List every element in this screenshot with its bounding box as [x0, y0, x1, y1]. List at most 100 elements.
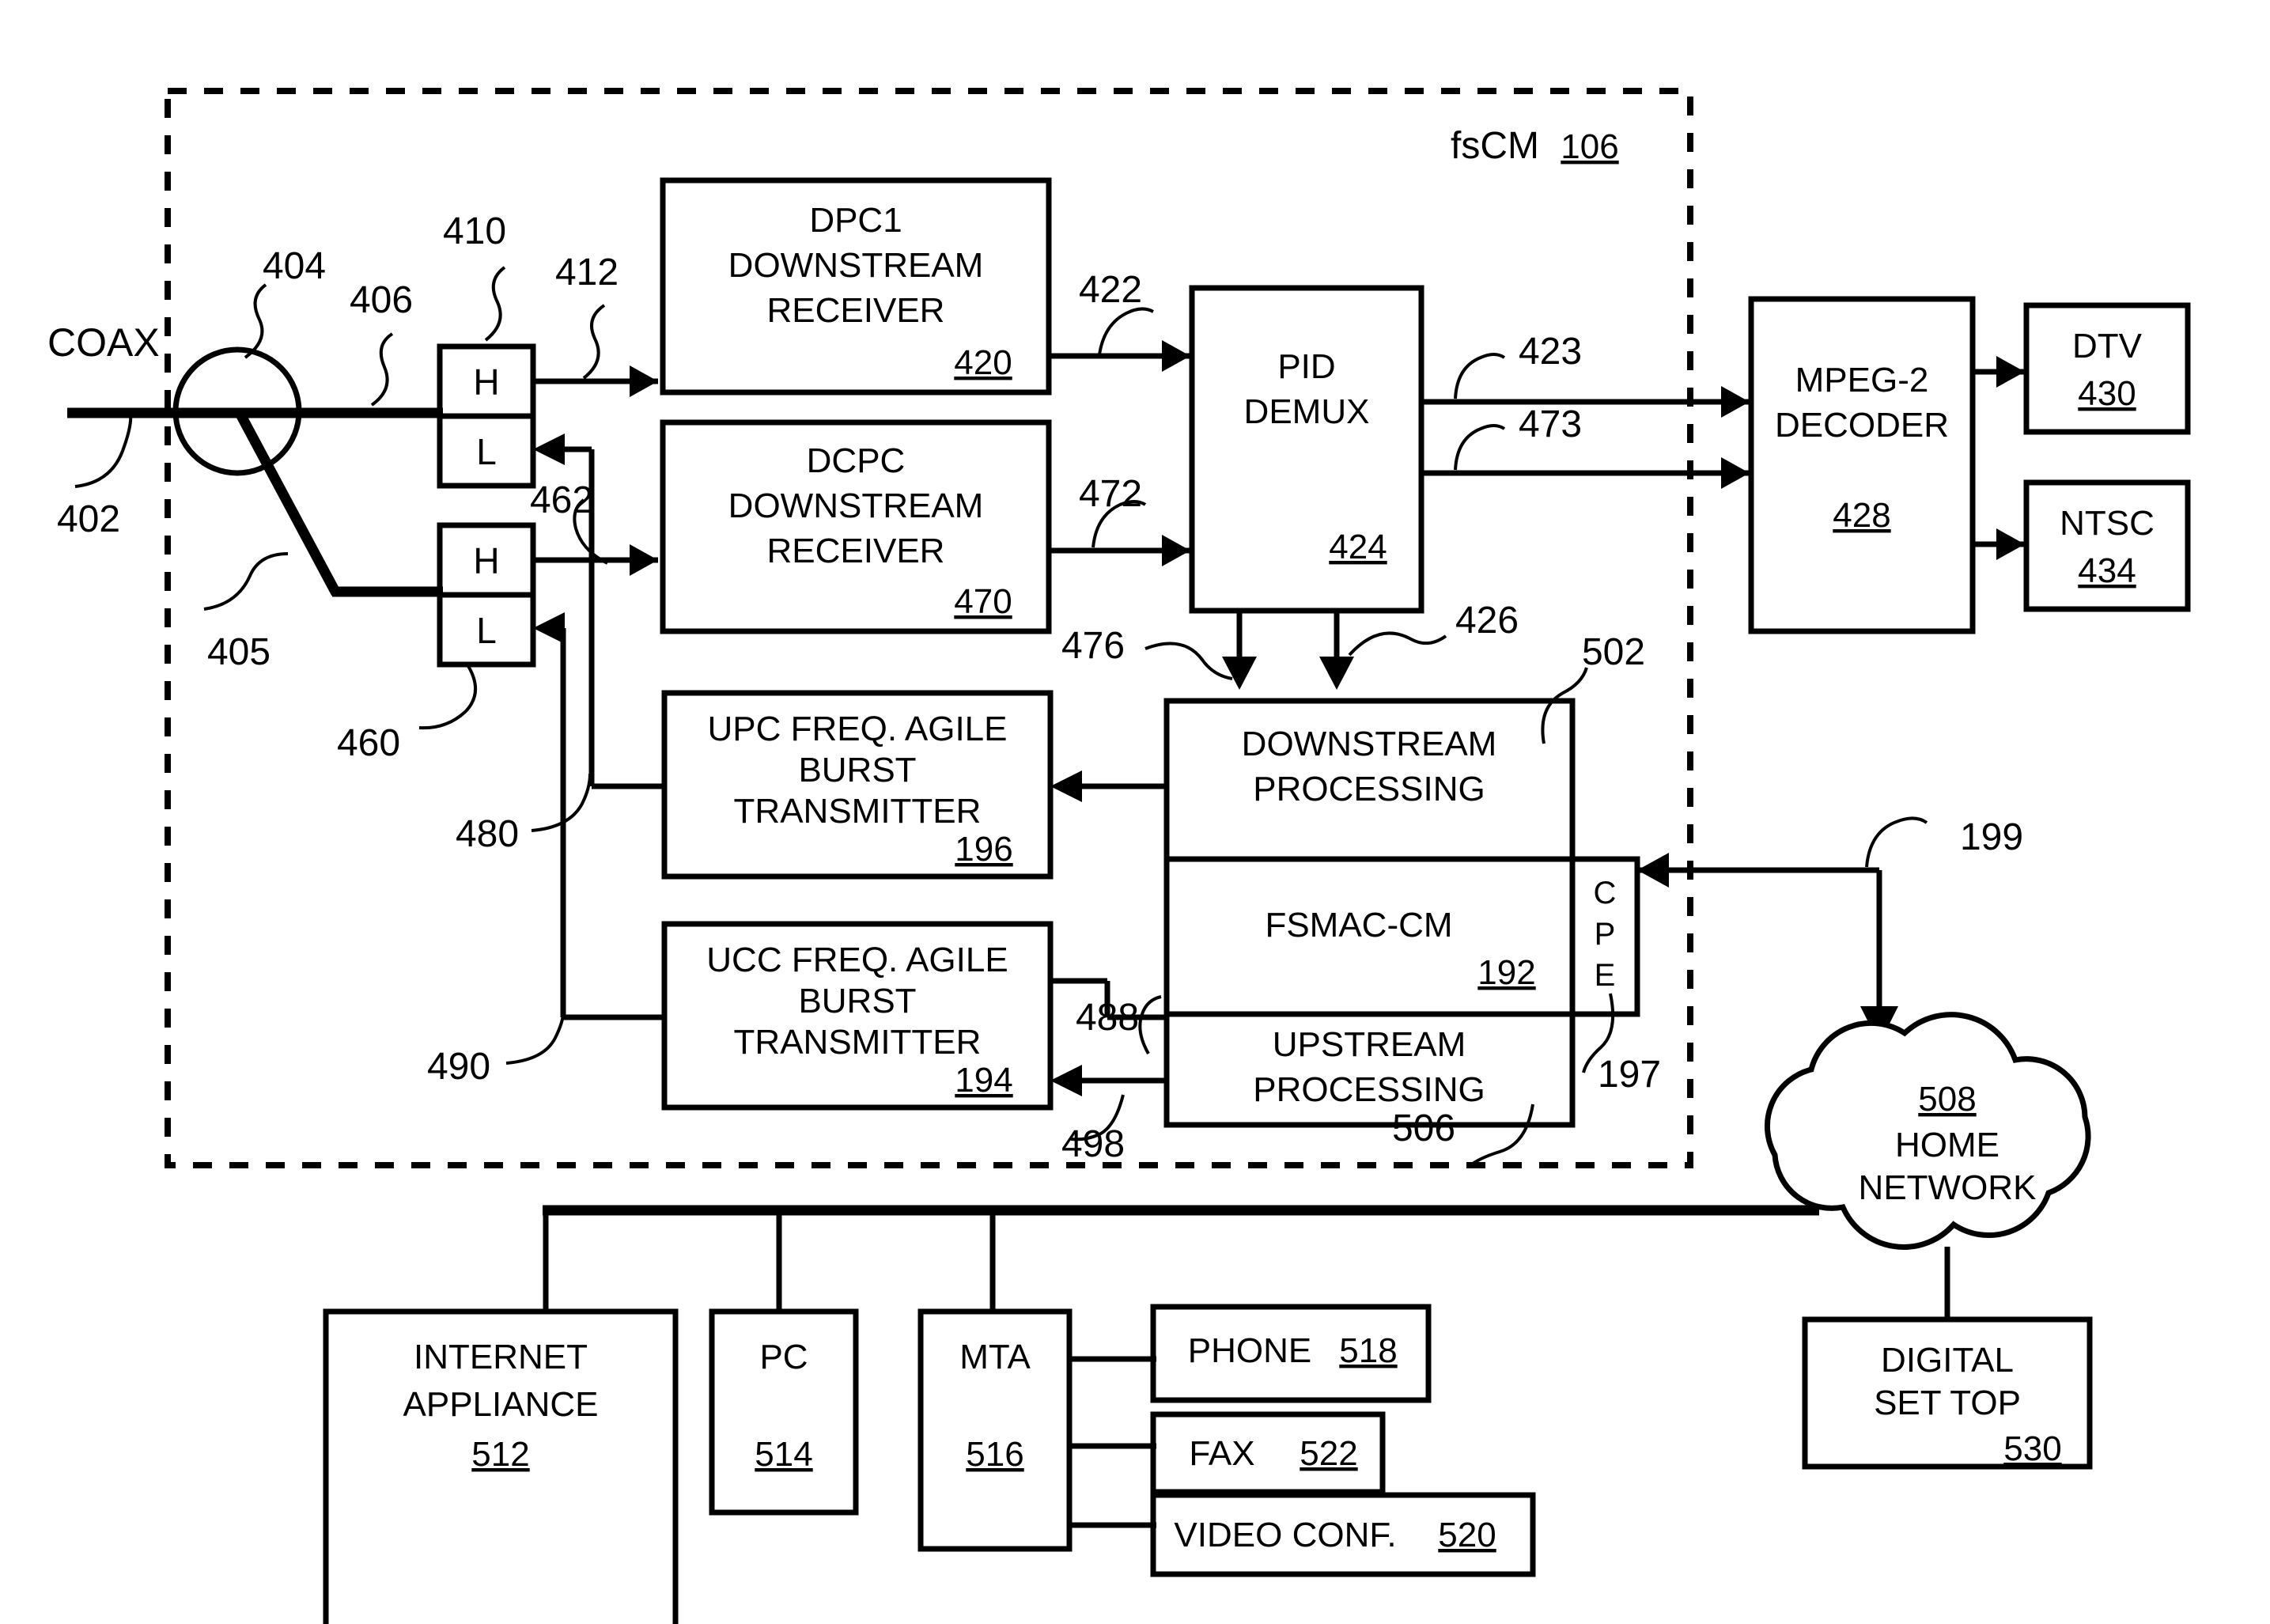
leader-410 [484, 266, 506, 342]
pc-label: PC [759, 1338, 808, 1376]
leader-490 [505, 1012, 565, 1065]
dsproc-to-upc-arrow [1050, 770, 1082, 802]
ref-423: 423 [1519, 331, 1582, 373]
demux-down-left-arrow [1222, 657, 1257, 690]
leader-405 [203, 552, 289, 611]
internet-appliance-line-1: APPLIANCE [403, 1385, 599, 1424]
internet-appliance-line-0: INTERNET [414, 1338, 588, 1376]
ref-472: 472 [1079, 473, 1142, 515]
patent-figure-canvas: H L H L DPC1 DOWNSTREAM RECEIVER 420 DCP… [0, 0, 2270, 1624]
ref-476: 476 [1061, 625, 1125, 667]
dpc1-to-demux-arrow [1162, 340, 1190, 372]
ref-405: 405 [207, 631, 271, 673]
leader-422 [1098, 307, 1154, 355]
fscm-ref: 106 [1561, 127, 1618, 166]
demux-out-bottom-arrow [1721, 457, 1750, 489]
ntsc-label: NTSC [2060, 504, 2155, 543]
ref-460: 460 [337, 722, 400, 764]
fsmac-ref: 192 [1477, 953, 1535, 992]
fsmac-label: FSMAC-CM [1265, 906, 1452, 944]
ref-506: 506 [1392, 1107, 1455, 1149]
leader-404 [244, 283, 267, 359]
leader-426 [1348, 631, 1447, 657]
dpc1-input-arrow [630, 365, 658, 397]
settop-line-1: SET TOP [1874, 1384, 2021, 1422]
mpeg2-to-ntsc-arrow [1996, 528, 2025, 560]
ref-480: 480 [456, 813, 519, 855]
mta-label: MTA [959, 1338, 1031, 1376]
upc-line-0: UPC FREQ. AGILE [708, 710, 1008, 748]
leader-412 [582, 304, 606, 380]
mpeg2-line-0: MPEG-2 [1795, 361, 1929, 399]
ref-422: 422 [1079, 269, 1142, 311]
upc-line-2: TRANSMITTER [734, 792, 982, 831]
upc-line-1: BURST [798, 751, 916, 789]
leader-402 [74, 412, 133, 488]
mpeg2-decoder-box [1748, 296, 1976, 634]
dpc1-line-2: RECEIVER [767, 291, 945, 330]
video-conf-ref: 520 [1438, 1516, 1496, 1554]
diplexer-upper-low-label: L [476, 431, 497, 472]
cpe-link-arrow [1637, 853, 1669, 888]
ref-402: 402 [57, 498, 120, 540]
diplexer-upper-high-label: H [473, 362, 499, 403]
diplexer-lower-low-label: L [476, 610, 497, 651]
leader-460 [418, 664, 478, 730]
upc-ref: 196 [955, 830, 1012, 869]
ntsc-box [2023, 479, 2191, 612]
mpeg2-line-1: DECODER [1775, 406, 1949, 445]
dcpc-line-2: RECEIVER [767, 532, 945, 570]
dtv-label: DTV [2072, 327, 2143, 365]
ref-490: 490 [427, 1046, 490, 1088]
dcpc-input-arrow [630, 544, 658, 576]
settop-line-0: DIGITAL [1881, 1341, 2014, 1380]
splitter-branch-line [234, 408, 341, 596]
phone-ref: 518 [1339, 1331, 1397, 1370]
dtv-ref: 430 [2078, 374, 2136, 413]
pid-demux-ref: 424 [1329, 528, 1387, 566]
dtv-box [2023, 302, 2191, 435]
dpc1-ref: 420 [954, 343, 1012, 382]
dpc1-line-0: DPC1 [809, 201, 902, 240]
dcpc-line-0: DCPC [807, 441, 906, 480]
video-conf-label: VIDEO CONF. [1174, 1516, 1396, 1554]
ref-488: 488 [1076, 997, 1139, 1039]
mpeg2-ref: 428 [1833, 496, 1890, 535]
ucc-line-1: BURST [798, 982, 916, 1020]
dcpc-to-demux-arrow [1162, 535, 1190, 566]
leader-488 [1138, 995, 1162, 1054]
ref-426: 426 [1455, 600, 1519, 642]
leader-423 [1454, 353, 1506, 399]
pid-demux-line-1: DEMUX [1244, 392, 1370, 431]
leader-473 [1454, 424, 1506, 471]
usproc-to-ucc-arrow [1050, 1065, 1082, 1096]
leader-502 [1541, 667, 1588, 744]
mta-ref: 516 [966, 1435, 1023, 1474]
ucc-ref: 194 [955, 1061, 1012, 1100]
downstream-line-1: PROCESSING [1253, 770, 1485, 808]
ref-473: 473 [1519, 403, 1582, 445]
ref-199: 199 [1960, 816, 2023, 858]
ref-406: 406 [350, 279, 413, 321]
dcpc-line-1: DOWNSTREAM [728, 486, 984, 525]
coax-label: COAX [47, 320, 160, 365]
ref-498: 498 [1061, 1123, 1125, 1165]
dpc1-line-1: DOWNSTREAM [728, 246, 984, 285]
pid-demux-line-0: PID [1277, 347, 1335, 386]
settop-ref: 530 [2003, 1429, 2061, 1468]
leader-476 [1144, 642, 1233, 680]
leader-406 [370, 332, 394, 407]
demux-out-top-arrow [1721, 386, 1750, 418]
ref-462: 462 [530, 479, 593, 521]
internet-appliance-ref: 512 [471, 1435, 529, 1474]
cpe-letter-1: P [1595, 917, 1616, 952]
fax-label: FAX [1189, 1434, 1254, 1473]
fscm-label: fsCM [1451, 125, 1539, 167]
cpe-letter-0: C [1594, 876, 1617, 910]
ref-410: 410 [443, 210, 506, 252]
downstream-line-0: DOWNSTREAM [1242, 725, 1497, 763]
home-network-ref: 508 [1918, 1080, 1976, 1119]
ref-197: 197 [1598, 1054, 1661, 1096]
ntsc-ref: 434 [2078, 551, 2136, 590]
ucc-line-2: TRANSMITTER [734, 1023, 982, 1062]
